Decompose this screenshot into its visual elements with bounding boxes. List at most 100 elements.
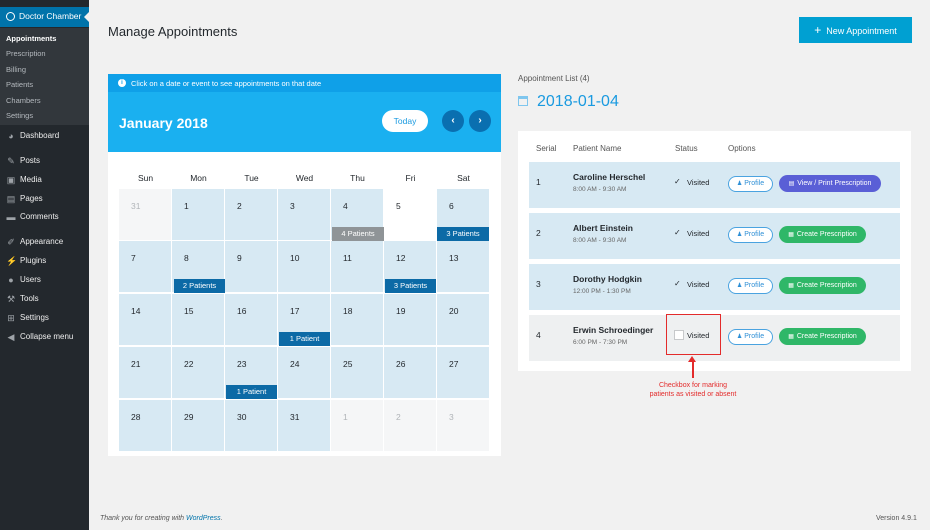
calendar-day[interactable]: 29 bbox=[172, 400, 224, 451]
day-number: 3 bbox=[449, 412, 454, 422]
tools-icon: ⚒ bbox=[6, 294, 16, 304]
weekday-mon: Mon bbox=[190, 173, 207, 183]
visited-checkbox[interactable]: ✓ bbox=[674, 228, 684, 238]
calendar-day-selected[interactable]: 5 bbox=[384, 189, 436, 240]
appearance-icon: ✐ bbox=[7, 237, 15, 247]
day-number: 27 bbox=[449, 359, 459, 369]
weekday-sun: Sun bbox=[137, 173, 154, 183]
calendar-day[interactable]: 21 bbox=[119, 347, 171, 398]
view-print-prescription-button[interactable]: ▤ View / Print Prescription bbox=[779, 175, 881, 192]
sidebar-item-media[interactable]: ▣ Media bbox=[0, 172, 89, 188]
calendar-event[interactable]: 3 Patients bbox=[437, 227, 489, 241]
table-row: 1 Caroline Herschel 8:00 AM - 9:30 AM ✓ … bbox=[529, 162, 900, 208]
submenu-patients[interactable]: Patients bbox=[6, 80, 33, 89]
create-prescription-button[interactable]: ▦ Create Prescription bbox=[779, 328, 866, 345]
calendar-day[interactable]: 16 bbox=[225, 294, 277, 345]
day-number: 10 bbox=[290, 253, 300, 263]
sidebar-item-users[interactable]: ● Users bbox=[0, 272, 89, 288]
column-header-patient: Patient Name bbox=[573, 144, 622, 153]
profile-button[interactable]: ♟ Profile bbox=[728, 329, 773, 345]
sidebar-item-plugins[interactable]: ⚡ Plugins bbox=[0, 253, 89, 269]
plus-icon: + bbox=[814, 23, 822, 37]
calendar-event[interactable]: 1 Patient bbox=[279, 332, 330, 346]
pin-icon: ✎ bbox=[7, 156, 15, 166]
calendar-event[interactable]: 2 Patients bbox=[174, 279, 225, 293]
calendar-day[interactable]: 2 bbox=[384, 400, 436, 451]
calendar-month: January 2018 bbox=[119, 115, 208, 131]
calendar-day[interactable]: 25 bbox=[331, 347, 383, 398]
calendar-day[interactable]: 26 bbox=[384, 347, 436, 398]
calendar-day[interactable]: 1 bbox=[172, 189, 224, 240]
calendar-day[interactable]: 20 bbox=[437, 294, 489, 345]
submenu-settings[interactable]: Settings bbox=[6, 111, 33, 120]
day-number: 25 bbox=[343, 359, 353, 369]
calendar-icon bbox=[518, 96, 528, 106]
row-serial: 2 bbox=[536, 228, 541, 238]
visited-checkbox[interactable]: ✓ bbox=[674, 177, 684, 187]
wordpress-link[interactable]: WordPress bbox=[186, 515, 221, 522]
weekday-sat: Sat bbox=[457, 173, 470, 183]
calendar-day[interactable]: 22 bbox=[172, 347, 224, 398]
sidebar-item-doctor-chamber[interactable]: Doctor Chamber bbox=[0, 7, 89, 27]
calendar-day[interactable]: 11 bbox=[331, 241, 383, 292]
appointment-time: 8:00 AM - 9:30 AM bbox=[573, 186, 627, 193]
calendar-day[interactable]: 3 bbox=[278, 189, 330, 240]
prev-month-button[interactable]: ‹ bbox=[442, 110, 464, 132]
calendar-day[interactable]: 27 bbox=[437, 347, 489, 398]
calendar-day[interactable]: 31 bbox=[119, 189, 171, 240]
profile-label: Profile bbox=[744, 333, 765, 340]
submenu-chambers[interactable]: Chambers bbox=[6, 96, 41, 105]
collapse-menu-button[interactable]: ◀ Collapse menu bbox=[0, 329, 89, 345]
calendar-day[interactable]: 10 bbox=[278, 241, 330, 292]
create-prescription-button[interactable]: ▦ Create Prescription bbox=[779, 277, 866, 294]
calendar-day[interactable]: 18 bbox=[331, 294, 383, 345]
profile-button[interactable]: ♟ Profile bbox=[728, 176, 773, 192]
day-number: 9 bbox=[237, 253, 242, 263]
sidebar-item-appearance[interactable]: ✐ Appearance bbox=[0, 234, 89, 250]
sidebar-item-dashboard[interactable]: ◕ Dashboard bbox=[0, 128, 89, 144]
calendar-day[interactable]: 3 bbox=[437, 400, 489, 451]
profile-button[interactable]: ♟ Profile bbox=[728, 278, 773, 294]
profile-button[interactable]: ♟ Profile bbox=[728, 227, 773, 243]
create-prescription-button[interactable]: ▦ Create Prescription bbox=[779, 226, 866, 243]
calendar-day[interactable]: 15 bbox=[172, 294, 224, 345]
calendar-event[interactable]: 3 Patients bbox=[385, 279, 436, 293]
calendar-day[interactable]: 1 bbox=[331, 400, 383, 451]
day-number: 26 bbox=[396, 359, 406, 369]
submenu-prescription[interactable]: Prescription bbox=[6, 49, 46, 58]
sidebar-item-comments[interactable]: ▬ Comments bbox=[0, 209, 89, 225]
day-number: 3 bbox=[290, 201, 295, 211]
calendar-day[interactable]: 30 bbox=[225, 400, 277, 451]
new-appointment-button[interactable]: + New Appointment bbox=[799, 17, 912, 43]
day-number: 18 bbox=[343, 306, 353, 316]
visited-label: Visited bbox=[687, 280, 710, 289]
calendar-day[interactable]: 13 bbox=[437, 241, 489, 292]
calendar-day[interactable]: 2 bbox=[225, 189, 277, 240]
sidebar-item-posts[interactable]: ✎ Posts bbox=[0, 153, 89, 169]
submenu-billing[interactable]: Billing bbox=[6, 65, 26, 74]
calendar-event[interactable]: 1 Patient bbox=[226, 385, 277, 399]
day-number: 22 bbox=[184, 359, 194, 369]
calendar-day[interactable]: 7 bbox=[119, 241, 171, 292]
sidebar-item-tools[interactable]: ⚒ Tools bbox=[0, 291, 89, 307]
dashboard-icon: ◕ bbox=[8, 131, 14, 141]
patient-name: Erwin Schroedinger bbox=[573, 325, 654, 335]
printer-icon: ▤ bbox=[788, 181, 795, 187]
calendar-day[interactable]: 24 bbox=[278, 347, 330, 398]
sidebar-item-settings[interactable]: ⊞ Settings bbox=[0, 310, 89, 326]
calendar-day[interactable]: 28 bbox=[119, 400, 171, 451]
calendar-day[interactable]: 19 bbox=[384, 294, 436, 345]
day-number: 14 bbox=[131, 306, 141, 316]
next-month-button[interactable]: › bbox=[469, 110, 491, 132]
today-button[interactable]: Today bbox=[382, 110, 428, 132]
document-icon: ▦ bbox=[788, 334, 794, 340]
calendar-event[interactable]: 4 Patients bbox=[332, 227, 384, 241]
calendar-day[interactable]: 14 bbox=[119, 294, 171, 345]
sidebar-item-label: Pages bbox=[20, 194, 43, 203]
action-label: View / Print Prescription bbox=[797, 180, 872, 187]
calendar-day[interactable]: 9 bbox=[225, 241, 277, 292]
calendar-day[interactable]: 31 bbox=[278, 400, 330, 451]
submenu-appointments[interactable]: Appointments bbox=[6, 34, 56, 43]
visited-checkbox[interactable]: ✓ bbox=[674, 279, 684, 289]
sidebar-item-pages[interactable]: ▤ Pages bbox=[0, 191, 89, 207]
